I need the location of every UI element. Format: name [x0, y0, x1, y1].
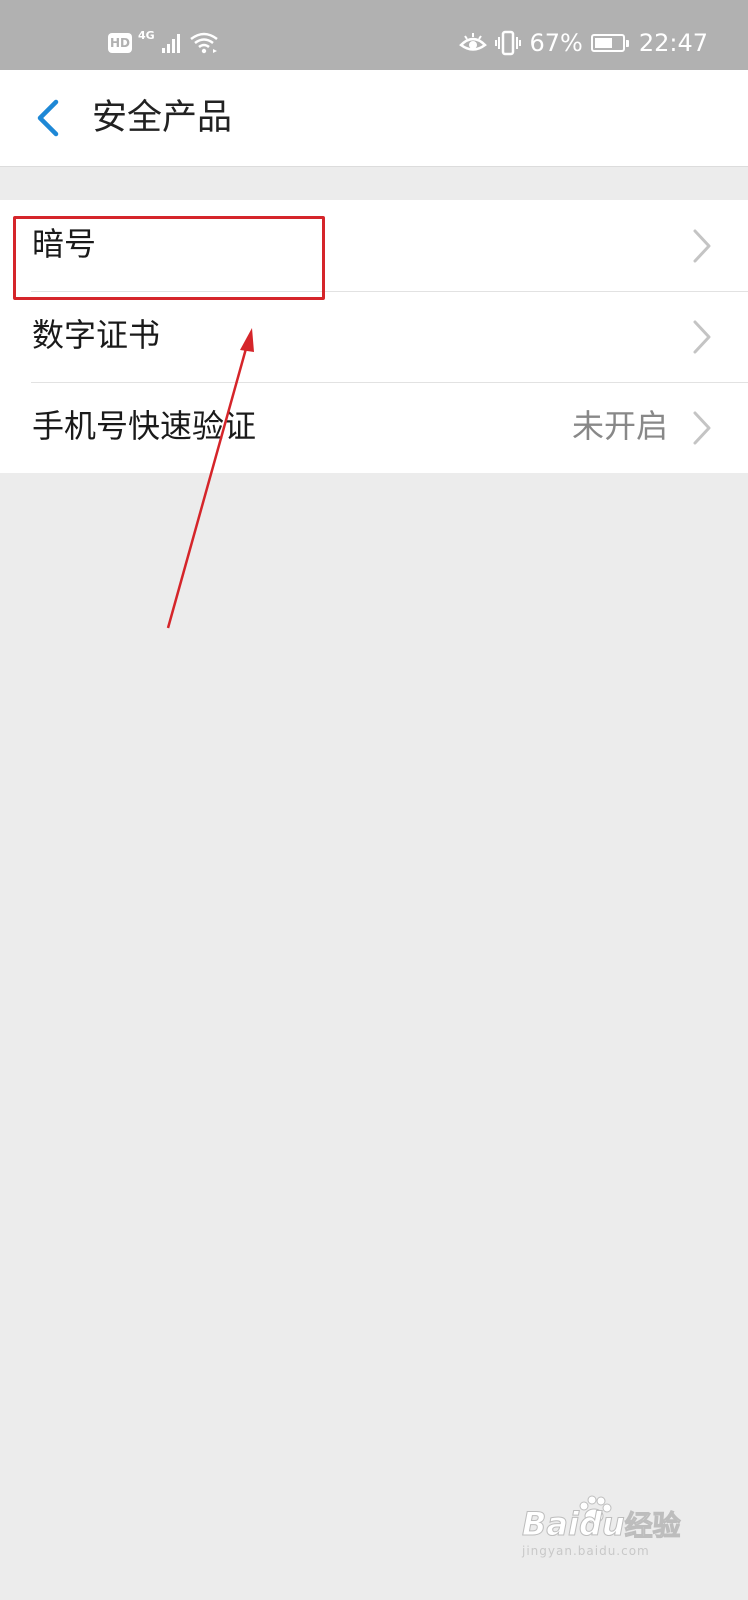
status-right-icons: 67% 22:47 [459, 26, 708, 60]
battery-percent: 67% [529, 29, 583, 57]
chevron-right-icon [693, 320, 711, 354]
menu-item-digital-certificate[interactable]: 数字证书 [0, 291, 748, 382]
menu-item-phone-quick-verify[interactable]: 手机号快速验证 未开启 [0, 382, 748, 473]
page-title: 安全产品 [92, 98, 233, 138]
annotation-highlight-box [13, 216, 325, 300]
menu-item-label: 手机号快速验证 [32, 407, 257, 445]
chevron-right-icon [693, 411, 711, 445]
vibrate-icon [495, 30, 522, 56]
back-button[interactable] [22, 88, 74, 148]
battery-level-fill [594, 38, 612, 48]
title-bar: 安全产品 [0, 70, 748, 167]
network-type-label: 4G [138, 28, 155, 42]
wifi-icon [189, 32, 218, 54]
chevron-right-icon [693, 229, 711, 263]
signal-icon [161, 34, 180, 53]
status-left-icons: HD 4G [108, 28, 219, 58]
baidu-jingyan-watermark: Baidu经验 jingyan.baidu.com [510, 1495, 710, 1564]
status-bar: HD 4G 67% 22:47 [0, 0, 748, 70]
hd-icon: HD [108, 33, 132, 53]
chevron-left-icon [37, 99, 59, 137]
watermark-url: jingyan.baidu.com [522, 1544, 650, 1558]
eye-comfort-icon [459, 33, 488, 51]
watermark-logo-text: Baidu经验 [522, 1505, 682, 1544]
clock: 22:47 [638, 29, 708, 57]
status-label: 未开启 [571, 407, 668, 445]
battery-icon [590, 34, 629, 52]
menu-item-label: 数字证书 [32, 316, 161, 354]
